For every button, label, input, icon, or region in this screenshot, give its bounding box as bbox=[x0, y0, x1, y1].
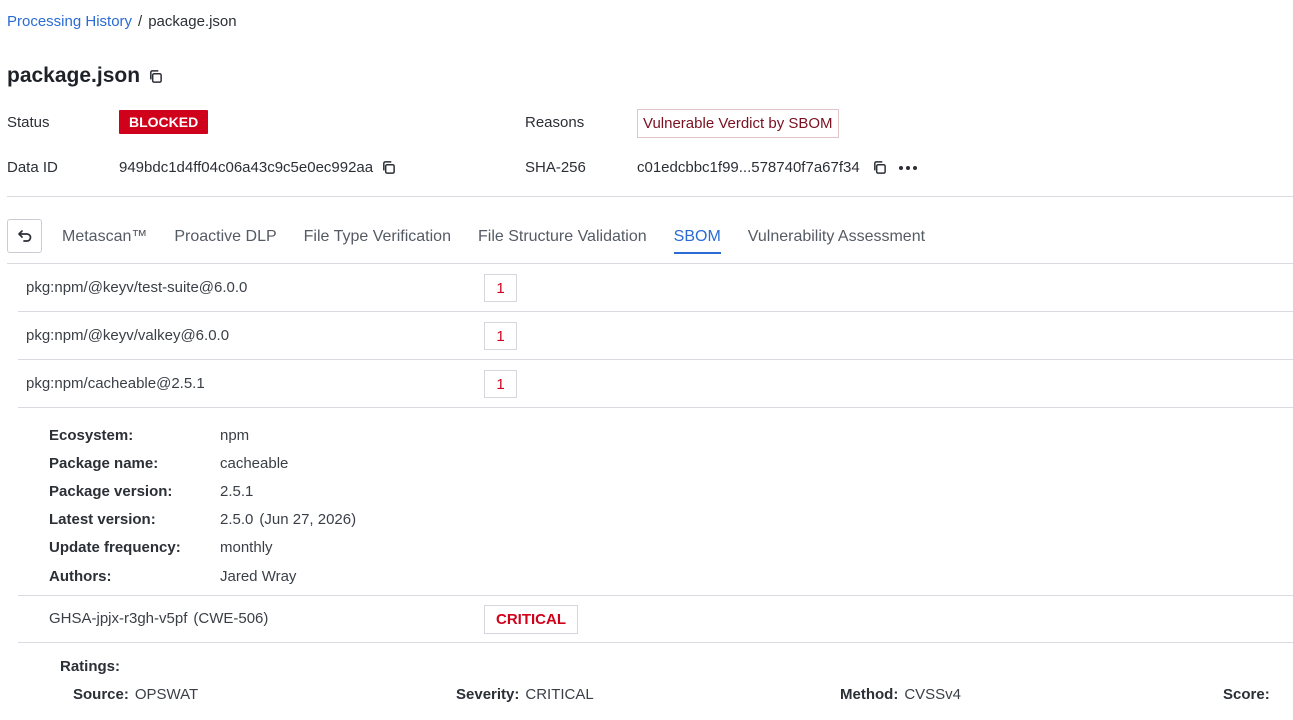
rating-severity-value: CRITICAL bbox=[525, 686, 594, 703]
detail-label: Authors: bbox=[49, 567, 112, 585]
rating-method-label: Method: bbox=[840, 686, 899, 703]
tab-file-structure-validation[interactable]: File Structure Validation bbox=[478, 228, 647, 254]
rating-severity-label: Severity: bbox=[456, 686, 520, 703]
rating-source-label: Source: bbox=[73, 686, 129, 703]
reasons-label: Reasons bbox=[525, 114, 585, 131]
sha-256-value-row: c01edcbbc1f99...578740f7a67f34 bbox=[637, 159, 917, 176]
detail-row-package-version: Package version: 2.5.1 bbox=[49, 477, 356, 505]
copy-data-id-icon[interactable] bbox=[381, 160, 396, 175]
data-id-value: 949bdc1d4ff04c06a43c9c5e0ec992aa bbox=[119, 159, 374, 176]
copy-sha-icon[interactable] bbox=[872, 160, 887, 175]
detail-label: Ecosystem: bbox=[49, 426, 134, 444]
rating-method: Method: CVSSv4 bbox=[840, 686, 961, 703]
page-title: package.json bbox=[7, 64, 141, 87]
table-row[interactable]: pkg:npm/cacheable@2.5.1 1 bbox=[18, 360, 1293, 408]
copy-icon[interactable] bbox=[148, 69, 163, 84]
detail-row-authors: Authors: Jared Wray bbox=[49, 562, 356, 590]
tab-sbom[interactable]: SBOM bbox=[673, 228, 721, 254]
tab-proactive-dlp[interactable]: Proactive DLP bbox=[174, 228, 276, 254]
more-options-icon[interactable] bbox=[898, 165, 917, 170]
rating-score: Score: bbox=[1223, 686, 1270, 703]
detail-label: Package version: bbox=[49, 482, 173, 500]
table-row[interactable]: pkg:npm/@keyv/valkey@6.0.0 1 bbox=[18, 312, 1293, 360]
data-id-value-row: 949bdc1d4ff04c06a43c9c5e0ec992aa bbox=[119, 159, 396, 176]
vulnerability-id: GHSA-jpjx-r3gh-v5pf bbox=[49, 610, 188, 627]
severity-badge: CRITICAL bbox=[484, 605, 578, 634]
undo-arrow-icon bbox=[17, 230, 31, 242]
header-divider bbox=[7, 196, 1293, 197]
breadcrumb-processing-history-link[interactable]: Processing History bbox=[7, 13, 132, 30]
rating-source: Source: OPSWAT bbox=[73, 686, 198, 703]
detail-row-latest-version: Latest version: 2.5.0 (Jun 27, 2026) bbox=[49, 506, 356, 534]
data-id-label: Data ID bbox=[7, 159, 58, 176]
tab-vulnerability-assessment[interactable]: Vulnerability Assessment bbox=[748, 228, 925, 254]
tab-bar: Metascan™ Proactive DLP File Type Verifi… bbox=[62, 228, 952, 254]
vulnerability-row[interactable]: GHSA-jpjx-r3gh-v5pf (CWE-506) CRITICAL bbox=[18, 596, 1293, 643]
reasons-tag: Vulnerable Verdict by SBOM bbox=[637, 109, 839, 138]
latest-version-date: (Jun 27, 2026) bbox=[259, 511, 357, 529]
package-name: pkg:npm/cacheable@2.5.1 bbox=[26, 375, 205, 392]
breadcrumb-current: package.json bbox=[148, 13, 237, 30]
package-name: pkg:npm/@keyv/valkey@6.0.0 bbox=[26, 327, 230, 344]
table-row[interactable]: pkg:npm/@keyv/test-suite@6.0.0 1 bbox=[18, 264, 1293, 312]
detail-value: monthly bbox=[220, 539, 273, 557]
vulnerability-count-badge: 1 bbox=[484, 370, 517, 398]
vulnerability-id-group: GHSA-jpjx-r3gh-v5pf (CWE-506) bbox=[49, 610, 268, 627]
back-button[interactable] bbox=[7, 219, 42, 253]
status-badge: BLOCKED bbox=[119, 110, 209, 134]
page-title-row: package.json bbox=[7, 64, 163, 88]
vulnerability-count-badge: 1 bbox=[484, 274, 517, 302]
package-details: Ecosystem: npm Package name: cacheable P… bbox=[49, 421, 356, 590]
breadcrumb-separator: / bbox=[138, 13, 143, 30]
detail-row-ecosystem: Ecosystem: npm bbox=[49, 421, 356, 449]
detail-value: 2.5.0 bbox=[220, 511, 254, 529]
detail-row-update-frequency: Update frequency: monthly bbox=[49, 534, 356, 562]
rating-source-value: OPSWAT bbox=[134, 686, 199, 703]
detail-label: Update frequency: bbox=[49, 539, 181, 557]
rating-method-value: CVSSv4 bbox=[904, 686, 962, 703]
package-name: pkg:npm/@keyv/test-suite@6.0.0 bbox=[26, 279, 248, 296]
detail-value: 2.5.1 bbox=[220, 482, 254, 500]
rating-score-label: Score: bbox=[1223, 686, 1270, 703]
sha-256-value: c01edcbbc1f99...578740f7a67f34 bbox=[637, 159, 860, 176]
vulnerability-cwe: (CWE-506) bbox=[193, 610, 269, 627]
detail-value: cacheable bbox=[220, 454, 289, 472]
tab-file-type-verification[interactable]: File Type Verification bbox=[304, 228, 451, 254]
status-label: Status bbox=[7, 114, 50, 131]
detail-value: npm bbox=[220, 426, 250, 444]
sha-256-label: SHA-256 bbox=[525, 159, 586, 176]
detail-label: Package name: bbox=[49, 454, 159, 472]
detail-row-package-name: Package name: cacheable bbox=[49, 449, 356, 477]
detail-label: Latest version: bbox=[49, 511, 156, 529]
breadcrumb: Processing History / package.json bbox=[7, 13, 237, 30]
tab-metascan[interactable]: Metascan™ bbox=[62, 228, 147, 254]
ratings-title: Ratings: bbox=[60, 658, 120, 675]
rating-severity: Severity: CRITICAL bbox=[456, 686, 594, 703]
vulnerability-count-badge: 1 bbox=[484, 322, 517, 350]
detail-value: Jared Wray bbox=[220, 567, 297, 585]
